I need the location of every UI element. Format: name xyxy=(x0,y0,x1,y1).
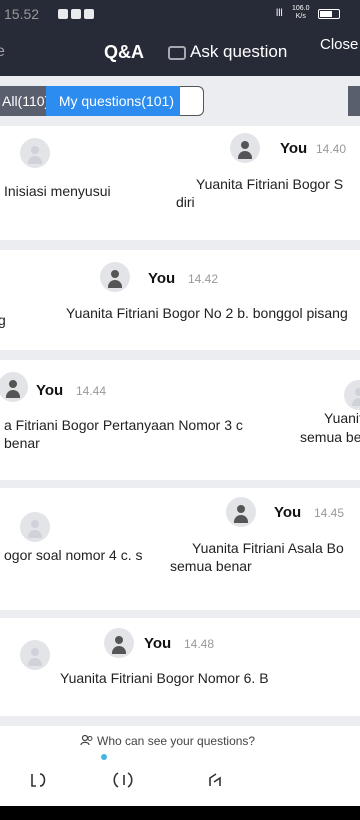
tab-my-questions[interactable]: My questions(101) xyxy=(46,86,180,116)
question-text-right: Yuanita xyxy=(324,410,360,426)
page-title: Q&A xyxy=(104,42,144,62)
ask-question-button[interactable]: Ask question xyxy=(190,42,287,62)
avatar-faint xyxy=(20,640,50,670)
avatar-faint xyxy=(20,512,50,542)
nav-recent-icon[interactable] xyxy=(204,770,226,790)
notification-icons xyxy=(58,9,94,19)
avatar xyxy=(104,628,134,658)
network-speed-value: 106.0 xyxy=(292,5,310,12)
avatar-faint xyxy=(344,380,360,410)
signal-icon: lll xyxy=(276,8,283,19)
status-bar: 15.52 lll 106.0 K/s xyxy=(0,0,360,30)
tab-all[interactable]: All(110) xyxy=(0,86,46,116)
question-card[interactable]: You 14.42 Yuanita Fitriani Bogor No 2 b.… xyxy=(0,250,360,350)
avatar xyxy=(0,372,28,402)
close-button[interactable]: Close xyxy=(320,36,358,53)
author-name: You xyxy=(280,140,308,157)
author-name: You xyxy=(36,382,64,399)
question-text-line2: diri xyxy=(176,194,195,210)
question-card[interactable]: You 14.48 Yuanita Fitriani Bogor Nomor 6… xyxy=(0,618,360,716)
qa-header: e Q&A Ask question Close xyxy=(0,30,360,76)
status-time: 15.52 xyxy=(4,6,40,22)
avatar xyxy=(230,133,260,163)
tab-next[interactable] xyxy=(348,86,360,116)
question-text-right-line2: semua be xyxy=(300,429,360,445)
author-name: You xyxy=(144,635,172,652)
ask-question-icon[interactable] xyxy=(168,46,186,60)
nav-home-icon[interactable] xyxy=(112,770,134,790)
battery-icon xyxy=(318,9,340,19)
question-text: Yuanita Fitriani Bogor Nomor 6. B xyxy=(60,670,269,686)
bottom-bar xyxy=(0,806,360,820)
question-text-line2: semua benar xyxy=(170,558,252,574)
question-text-left: ogor soal nomor 4 c. s xyxy=(4,547,143,563)
avatar xyxy=(226,497,256,527)
question-time: 14.40 xyxy=(316,142,347,156)
question-time: 14.42 xyxy=(188,272,219,286)
question-text-line2: benar xyxy=(4,435,40,451)
nav-back-icon[interactable] xyxy=(28,770,50,790)
question-card[interactable]: You 14.40 Yuanita Fitriani Bogor S diri … xyxy=(0,126,360,240)
network-speed-unit: K/s xyxy=(295,13,306,20)
question-text-left: Inisiasi menyusui xyxy=(4,183,111,199)
question-text: Yuanita Fitriani Bogor No 2 b. bonggol p… xyxy=(66,305,348,321)
people-icon xyxy=(80,734,93,746)
question-text: a Fitriani Bogor Pertanyaan Nomor 3 c xyxy=(4,417,243,433)
privacy-info-link[interactable]: Who can see your questions? xyxy=(97,734,255,748)
question-time: 14.45 xyxy=(314,506,345,520)
avatar xyxy=(100,262,130,292)
question-text: Yuanita Fitriani Bogor S xyxy=(196,176,344,192)
question-text-left: g xyxy=(0,312,6,328)
network-speed: 106.0 K/s xyxy=(292,5,310,21)
header-left-text: e xyxy=(0,43,5,60)
avatar-faint xyxy=(20,138,50,168)
question-card[interactable]: You 14.45 Yuanita Fitriani Asala Bo semu… xyxy=(0,488,360,610)
tab-bar: All(110) My questions(101) xyxy=(0,76,360,124)
question-time: 14.48 xyxy=(184,637,215,651)
question-time: 14.44 xyxy=(76,384,107,398)
tab-my-questions-edge[interactable] xyxy=(180,86,204,116)
author-name: You xyxy=(274,504,302,521)
author-name: You xyxy=(148,270,176,287)
question-card[interactable]: You 14.44 a Fitriani Bogor Pertanyaan No… xyxy=(0,360,360,480)
indicator-dot xyxy=(101,754,107,760)
question-text: Yuanita Fitriani Asala Bo xyxy=(192,540,344,556)
